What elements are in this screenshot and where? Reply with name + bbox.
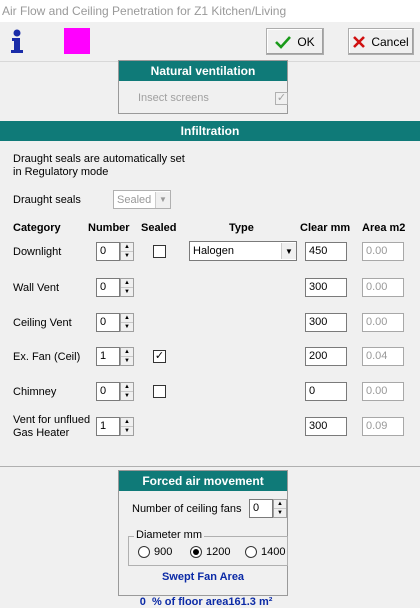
ceiling-vent-number-field[interactable]: 0 bbox=[96, 313, 120, 332]
chimney-clear-field[interactable]: 0 bbox=[305, 382, 347, 401]
ok-button[interactable]: OK bbox=[266, 28, 324, 55]
diameter-900-radio[interactable] bbox=[138, 546, 150, 558]
natural-ventilation-header: Natural ventilation bbox=[119, 61, 287, 81]
row-label-unflued-vent: Vent for unflued Gas Heater bbox=[13, 414, 90, 440]
divider bbox=[0, 466, 420, 467]
wall-vent-number-field[interactable]: 0 bbox=[96, 278, 120, 297]
wall-vent-clear-field[interactable]: 300 bbox=[305, 278, 347, 297]
col-area: Area m2 bbox=[362, 222, 406, 234]
unflued-vent-area-field: 0.09 bbox=[362, 417, 404, 436]
row-label-unflued-vent-line1: Vent for unflued bbox=[13, 414, 91, 426]
row-label-unflued-vent-line2: Gas Heater bbox=[13, 427, 70, 439]
row-label-downlight: Downlight bbox=[13, 246, 62, 258]
ceiling-vent-area-field: 0.00 bbox=[362, 313, 404, 332]
unflued-vent-clear-field[interactable]: 300 bbox=[305, 417, 347, 436]
exhaust-fan-number-spinner[interactable]: ▲ ▼ bbox=[120, 347, 134, 366]
exhaust-fan-number-field[interactable]: 1 bbox=[96, 347, 120, 366]
row-label-chimney: Chimney bbox=[13, 386, 57, 398]
diameter-1400-label: 1400 bbox=[261, 546, 286, 558]
exhaust-fan-area-field: 0.04 bbox=[362, 347, 404, 366]
diameter-label: Diameter mm bbox=[134, 529, 205, 541]
row-label-wall-vent: Wall Vent bbox=[13, 282, 60, 294]
downlight-type-value: Halogen bbox=[193, 245, 234, 257]
zone-color-swatch[interactable] bbox=[64, 28, 90, 54]
swept-fan-area-value: 0 % of floor area161.3 m² bbox=[118, 584, 288, 608]
chimney-number-field[interactable]: 0 bbox=[96, 382, 120, 401]
ceiling-fans-field[interactable]: 0 bbox=[249, 499, 273, 518]
downlight-number-spinner[interactable]: ▲ ▼ bbox=[120, 242, 134, 261]
draught-seals-label: Draught seals bbox=[13, 194, 81, 206]
col-clear: Clear mm bbox=[300, 222, 351, 234]
draught-seals-value: Sealed bbox=[117, 193, 152, 206]
infiltration-header: Infiltration bbox=[0, 121, 420, 141]
diameter-1200-label: 1200 bbox=[206, 546, 231, 558]
chimney-sealed-checkbox[interactable] bbox=[153, 385, 166, 398]
diameter-option-900[interactable]: 900 bbox=[138, 546, 172, 558]
window-title: Air Flow and Ceiling Penetration for Z1 … bbox=[0, 0, 420, 22]
insect-screens-checkbox[interactable]: ✓ bbox=[275, 92, 288, 105]
infiltration-note-line2: in Regulatory mode bbox=[13, 166, 109, 178]
diameter-900-label: 900 bbox=[154, 546, 173, 558]
chevron-down-icon: ▼ bbox=[281, 243, 296, 259]
col-number: Number bbox=[88, 222, 130, 234]
check-icon bbox=[275, 35, 292, 49]
ceiling-fans-label: Number of ceiling fans bbox=[132, 503, 242, 515]
downlight-number-field[interactable]: 0 bbox=[96, 242, 120, 261]
downlight-sealed-checkbox[interactable] bbox=[153, 245, 166, 258]
ceiling-fans-spinner[interactable]: ▲ ▼ bbox=[273, 499, 287, 518]
exhaust-fan-clear-field[interactable]: 200 bbox=[305, 347, 347, 366]
diameter-1200-radio[interactable] bbox=[190, 546, 202, 558]
chevron-down-icon: ▼ bbox=[155, 191, 170, 208]
ok-label: OK bbox=[297, 34, 315, 49]
cancel-label: Cancel bbox=[371, 34, 409, 49]
chimney-number-spinner[interactable]: ▲ ▼ bbox=[120, 382, 134, 401]
info-icon[interactable] bbox=[6, 28, 28, 54]
row-label-ceiling-vent: Ceiling Vent bbox=[13, 317, 72, 329]
col-sealed: Sealed bbox=[141, 222, 177, 234]
wall-vent-area-field: 0.00 bbox=[362, 278, 404, 297]
unflued-vent-number-field[interactable]: 1 bbox=[96, 417, 120, 436]
unflued-vent-number-spinner[interactable]: ▲ ▼ bbox=[120, 417, 134, 436]
downlight-type-select[interactable]: Halogen ▼ bbox=[189, 241, 297, 261]
diameter-option-1200[interactable]: 1200 bbox=[190, 546, 230, 558]
wall-vent-number-spinner[interactable]: ▲ ▼ bbox=[120, 278, 134, 297]
natural-ventilation-panel: Natural ventilation bbox=[118, 60, 288, 114]
forced-air-header: Forced air movement bbox=[119, 471, 287, 491]
draught-seals-select[interactable]: Sealed ▼ bbox=[113, 190, 171, 209]
ceiling-vent-clear-field[interactable]: 300 bbox=[305, 313, 347, 332]
insect-screens-label: Insect screens bbox=[138, 92, 209, 104]
exhaust-fan-sealed-checkbox[interactable]: ✓ bbox=[153, 350, 166, 363]
diameter-option-1400[interactable]: 1400 bbox=[245, 546, 285, 558]
downlight-area-field: 0.00 bbox=[362, 242, 404, 261]
cancel-button[interactable]: Cancel bbox=[348, 28, 414, 55]
col-category: Category bbox=[13, 222, 61, 234]
row-label-exhaust-fan: Ex. Fan (Ceil) bbox=[13, 351, 81, 363]
diameter-1400-radio[interactable] bbox=[245, 546, 257, 558]
col-type: Type bbox=[229, 222, 254, 234]
ceiling-vent-number-spinner[interactable]: ▲ ▼ bbox=[120, 313, 134, 332]
swept-suffix: % of floor area161.3 m² bbox=[145, 596, 273, 608]
downlight-clear-field[interactable]: 450 bbox=[305, 242, 347, 261]
close-icon bbox=[353, 35, 366, 48]
chimney-area-field: 0.00 bbox=[362, 382, 404, 401]
infiltration-note-line1: Draught seals are automatically set bbox=[13, 153, 185, 165]
swept-fan-area-label: Swept Fan Area bbox=[161, 571, 245, 583]
